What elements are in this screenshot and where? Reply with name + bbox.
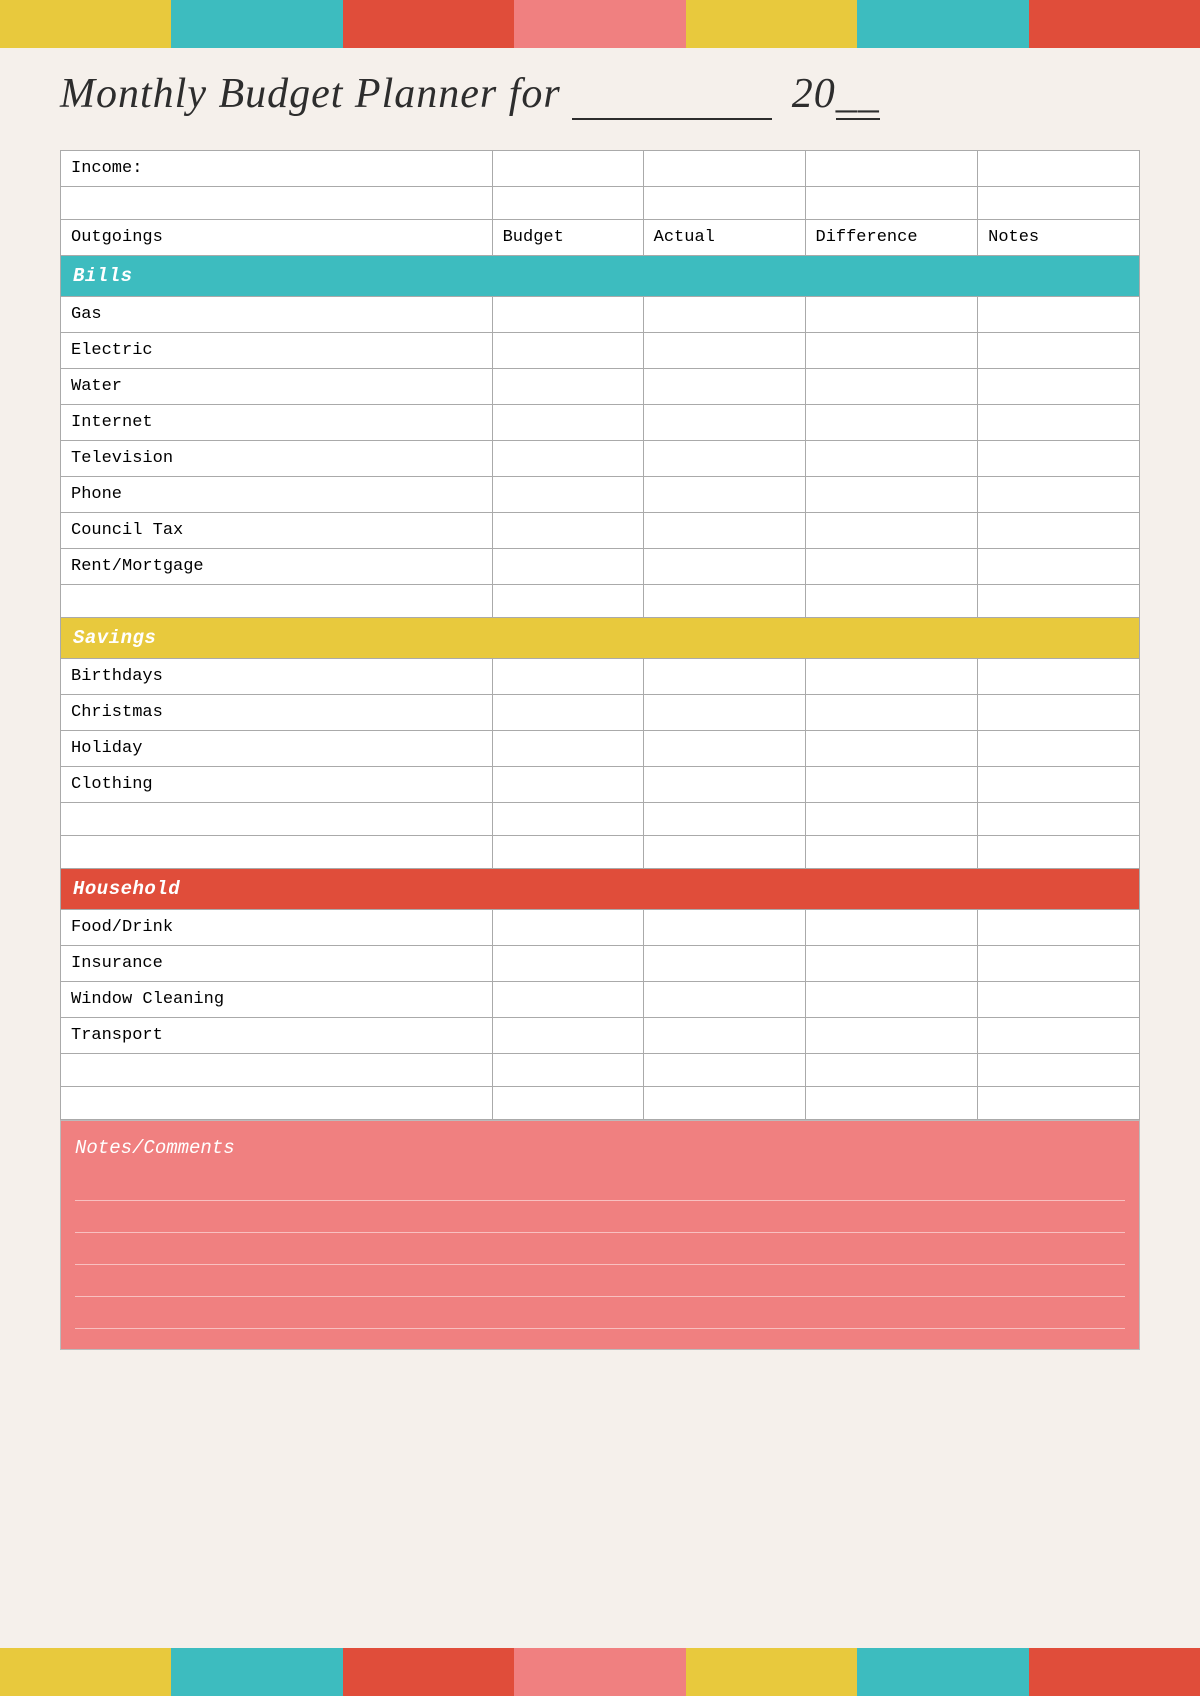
row-label: Rent/Mortgage [61,549,493,585]
table-row: Transport [61,1018,1140,1054]
empty-row-5 [61,1054,1140,1087]
table-row: Gas [61,297,1140,333]
empty-row-4 [61,836,1140,869]
table-row: Christmas [61,695,1140,731]
household-label: Household [61,869,1140,910]
color-block-pink [514,0,685,48]
empty-row-2 [61,585,1140,618]
row-label: Clothing [61,767,493,803]
row-label: Water [61,369,493,405]
column-headers-row: Outgoings Budget Actual Difference Notes [61,220,1140,256]
bottom-color-bar [0,1648,1200,1696]
notes-line-3 [75,1233,1125,1265]
row-label: Council Tax [61,513,493,549]
notes-line-2 [75,1201,1125,1233]
color-block-bottom-yellow2 [686,1648,857,1696]
savings-label: Savings [61,618,1140,659]
notes-section: Notes/Comments [60,1120,1140,1350]
income-row: Income: [61,151,1140,187]
notes-lines-container [75,1169,1125,1329]
table-row: Birthdays [61,659,1140,695]
empty-row-1 [61,187,1140,220]
row-label: Electric [61,333,493,369]
table-row: Electric [61,333,1140,369]
row-label: Holiday [61,731,493,767]
row-label: Birthdays [61,659,493,695]
table-row: Rent/Mortgage [61,549,1140,585]
notes-line-5 [75,1297,1125,1329]
color-block-teal [171,0,342,48]
color-block-yellow [0,0,171,48]
empty-row-6 [61,1087,1140,1120]
title-year: 20 [792,71,836,117]
col-outgoings: Outgoings [61,220,493,256]
table-row: Window Cleaning [61,982,1140,1018]
color-block-teal2 [857,0,1028,48]
col-budget: Budget [492,220,643,256]
table-row: Phone [61,477,1140,513]
notes-line-4 [75,1265,1125,1297]
color-block-bottom-red [343,1648,514,1696]
income-diff-cell [805,151,978,187]
title-blank-name [572,71,780,117]
income-actual-cell [643,151,805,187]
table-row: Clothing [61,767,1140,803]
color-block-bottom-teal [171,1648,342,1696]
table-row: Food/Drink [61,910,1140,946]
income-budget-cell [492,151,643,187]
table-row: Internet [61,405,1140,441]
col-notes: Notes [978,220,1140,256]
row-label: Christmas [61,695,493,731]
title-text: Monthly Budget Planner for [60,71,561,117]
color-block-bottom-red2 [1029,1648,1200,1696]
row-label: Television [61,441,493,477]
color-block-bottom-teal2 [857,1648,1028,1696]
top-color-bar [0,0,1200,48]
bills-section-header: Bills [61,256,1140,297]
col-actual: Actual [643,220,805,256]
row-label: Internet [61,405,493,441]
row-label: Gas [61,297,493,333]
col-difference: Difference [805,220,978,256]
notes-line-1 [75,1169,1125,1201]
title-year-blank: __ [836,70,880,120]
row-label: Phone [61,477,493,513]
income-notes-cell [978,151,1140,187]
table-row: Water [61,369,1140,405]
color-block-red [343,0,514,48]
color-block-red2 [1029,0,1200,48]
row-label: Window Cleaning [61,982,493,1018]
row-label: Transport [61,1018,493,1054]
notes-label: Notes/Comments [75,1137,1125,1159]
empty-row-3 [61,803,1140,836]
row-label: Food/Drink [61,910,493,946]
table-row: Holiday [61,731,1140,767]
color-block-bottom-pink [514,1648,685,1696]
savings-section-header: Savings [61,618,1140,659]
table-row: Insurance [61,946,1140,982]
row-label: Insurance [61,946,493,982]
budget-table: Income: Outgoings Budget Actual Differen… [60,150,1140,1120]
color-block-bottom-yellow [0,1648,171,1696]
income-label: Income: [61,151,493,187]
table-row: Council Tax [61,513,1140,549]
color-block-yellow2 [686,0,857,48]
bills-label: Bills [61,256,1140,297]
page-title: Monthly Budget Planner for 20__ [60,70,1140,120]
household-section-header: Household [61,869,1140,910]
table-row: Television [61,441,1140,477]
